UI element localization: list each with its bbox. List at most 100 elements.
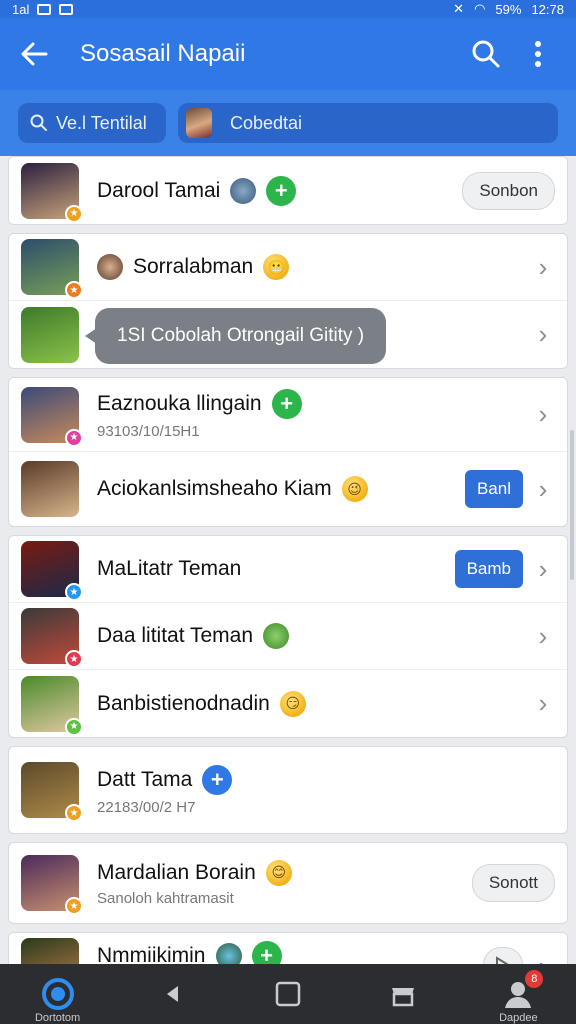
back-arrow-icon[interactable]: [16, 36, 52, 72]
contact-info: Mardalian Borain 😊 Sanoloh kahtramasit: [97, 859, 472, 907]
list-item[interactable]: ★ Darool Tamai + Sonbon: [9, 157, 567, 224]
back-triangle-icon: [166, 986, 178, 1002]
add-icon[interactable]: +: [266, 175, 297, 206]
contact-info: Nmmiikimin + 202002: [97, 940, 483, 965]
wink-emoji-icon: 😉: [341, 476, 368, 502]
list-group: ★ MaLitatr Teman Bamb › ★ Daa lititat Te…: [8, 535, 568, 738]
list-item[interactable]: 1SI Cobolah Otrongail Gitity ) ›: [9, 301, 567, 368]
chevron-right-icon[interactable]: ›: [531, 252, 555, 282]
contact-name: Banbistienodnadin: [97, 691, 270, 715]
search-input[interactable]: Ve.l Tentilal: [18, 103, 166, 143]
list-item[interactable]: ★ Daa lititat Teman ›: [9, 603, 567, 670]
mute-icon: ✕: [453, 1, 465, 16]
add-icon[interactable]: +: [271, 389, 302, 419]
avatar: [186, 108, 212, 138]
avatar: ★: [21, 541, 83, 601]
contact-info: Daa lititat Teman: [97, 623, 523, 649]
user-icon: [97, 254, 123, 280]
scrollbar[interactable]: [570, 430, 574, 580]
status-badge: ★: [65, 650, 83, 668]
avatar: ★: [21, 162, 83, 223]
list-group: ★ Datt Tama + 22183/00/2 H7: [8, 746, 568, 834]
contact-subtitle: Sanoloh kahtramasit: [97, 889, 234, 907]
page-title: Sosasail Napaii: [80, 40, 246, 67]
battery-text: 59%: [495, 1, 522, 17]
action-button[interactable]: Bamb: [454, 550, 523, 588]
nav-overview[interactable]: [243, 964, 333, 1024]
chevron-right-icon[interactable]: ›: [531, 688, 555, 718]
nav-store[interactable]: [358, 964, 448, 1024]
contact-info: MaLitatr Teman: [97, 557, 455, 581]
nav-profile[interactable]: 8 Dapdee: [473, 964, 563, 1024]
contact-name: Darool Tamai: [97, 178, 221, 202]
list-item[interactable]: ★ MaLitatr Teman Bamb ›: [9, 536, 567, 603]
search-icon[interactable]: [464, 32, 508, 76]
square-icon: [275, 981, 301, 1007]
contact-info: Eaznouka llingain + 93103/10/15H1: [97, 389, 523, 440]
status-badge: ★: [65, 717, 83, 736]
contact-name: Eaznouka llingain: [97, 392, 262, 415]
contact-name: Daa lititat Teman: [97, 624, 254, 647]
image-icon: [37, 3, 52, 15]
search-label: Ve.l Tentilal: [56, 112, 147, 133]
search-area: Ve.l Tentilal Cobedtai: [0, 90, 576, 156]
chevron-right-icon[interactable]: ›: [531, 951, 555, 965]
nav-label: Dapdee: [499, 1012, 538, 1024]
status-badge: ★: [65, 804, 83, 822]
clock: 12:78: [531, 1, 564, 17]
app-bar: Sosasail Napaii: [0, 18, 576, 90]
add-icon[interactable]: +: [251, 940, 282, 964]
chevron-right-icon[interactable]: ›: [531, 621, 555, 651]
filter-label: Cobedtai: [230, 112, 303, 133]
home-circle-icon: [41, 978, 74, 1010]
more-vert-icon[interactable]: [516, 32, 560, 76]
contact-info: Sorralabman 😬: [97, 254, 523, 280]
action-button[interactable]: Sonott: [471, 864, 555, 902]
list-group: ★ Eaznouka llingain + 93103/10/15H1 › Ac…: [8, 377, 568, 527]
list-item[interactable]: ★ Datt Tama + 22183/00/2 H7: [9, 747, 567, 833]
list-group: ★ Nmmiikimin + 202002 ›: [8, 932, 568, 964]
bottom-nav: Dortotom 8 Dapdee: [0, 964, 576, 1024]
play-icon: [496, 956, 509, 964]
contact-name: Aciokanlsimsheaho Kiam: [97, 477, 332, 500]
list-item[interactable]: ★ Banbistienodnadin 😏 ›: [9, 670, 567, 737]
gem-sticker-icon: [215, 942, 242, 964]
chevron-right-icon[interactable]: ›: [531, 474, 555, 504]
chevron-right-icon[interactable]: ›: [531, 554, 555, 584]
avatar: ★: [21, 938, 79, 964]
notification-badge: 8: [525, 970, 544, 988]
chevron-right-icon[interactable]: ›: [531, 399, 555, 429]
avatar: [21, 306, 79, 363]
list-item[interactable]: ★ Eaznouka llingain + 93103/10/15H1 ›: [9, 378, 567, 452]
contact-info: Banbistienodnadin 😏: [97, 690, 523, 717]
list-item[interactable]: ★ Mardalian Borain 😊 Sanoloh kahtramasit…: [9, 843, 567, 923]
nav-label: Dortotom: [34, 1012, 81, 1024]
list-item[interactable]: ★ Sorralabman 😬 ›: [9, 234, 567, 301]
list-item[interactable]: ★ Nmmiikimin + 202002 ›: [9, 933, 567, 964]
status-badge: ★: [65, 281, 83, 299]
status-right: ✕ ◠ 59% 12:78: [453, 1, 564, 17]
smile-emoji-icon: 😊: [265, 859, 292, 886]
search-small-icon: [30, 114, 47, 131]
signal-text: 1al: [12, 1, 30, 17]
gallery-icon: [59, 3, 74, 15]
avatar: ★: [21, 675, 83, 736]
contact-filter[interactable]: Cobedtai: [178, 103, 558, 143]
contact-name: Nmmiikimin: [97, 943, 206, 965]
store-icon: [392, 988, 415, 1007]
nav-back[interactable]: [128, 964, 218, 1024]
wifi-icon: ◠: [474, 1, 486, 16]
status-badge: ★: [65, 204, 83, 223]
nav-home[interactable]: Dortotom: [13, 964, 103, 1024]
add-icon[interactable]: +: [202, 764, 233, 795]
action-button[interactable]: Sonbon: [462, 171, 555, 210]
chevron-right-icon[interactable]: ›: [531, 319, 555, 349]
play-button[interactable]: [483, 947, 523, 964]
avatar: ★: [21, 762, 83, 822]
action-button[interactable]: Banl: [464, 470, 523, 508]
status-badge: ★: [65, 897, 83, 915]
list-item[interactable]: Aciokanlsimsheaho Kiam 😉 Banl ›: [9, 452, 567, 526]
list-group: ★ Darool Tamai + Sonbon: [8, 156, 568, 225]
status-badge: ★: [65, 428, 83, 447]
contact-name: MaLitatr Teman: [97, 557, 242, 580]
